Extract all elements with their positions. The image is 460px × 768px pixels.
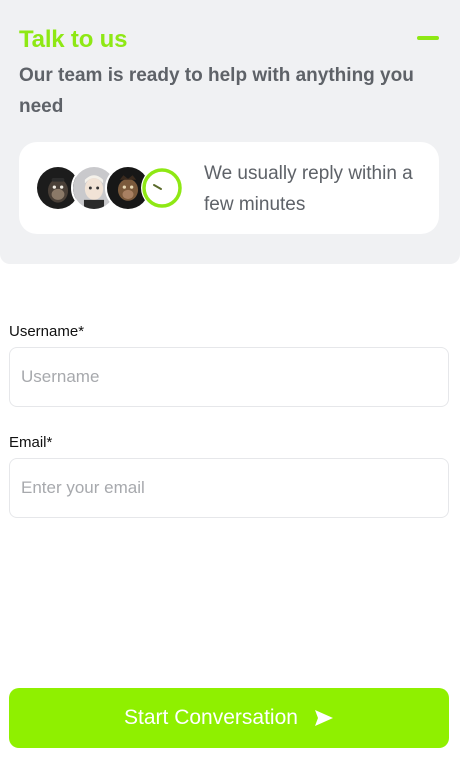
clock-icon — [141, 167, 183, 209]
start-conversation-label: Start Conversation — [124, 706, 298, 729]
send-icon — [314, 709, 334, 727]
start-conversation-button[interactable]: Start Conversation — [9, 688, 449, 748]
email-input[interactable] — [9, 458, 449, 518]
chat-header: Talk to us Our team is ready to help wit… — [0, 0, 460, 264]
username-input[interactable] — [9, 347, 449, 407]
email-label: Email* — [9, 434, 53, 451]
minus-icon[interactable] — [417, 36, 439, 40]
header-subtitle: Our team is ready to help with anything … — [19, 65, 414, 117]
header-title: Talk to us — [19, 26, 128, 53]
username-label: Username* — [9, 323, 85, 340]
reply-time-text: We usually reply within a few minutes — [204, 163, 413, 215]
reply-time-card: We usually reply within a few minutes — [19, 142, 439, 234]
